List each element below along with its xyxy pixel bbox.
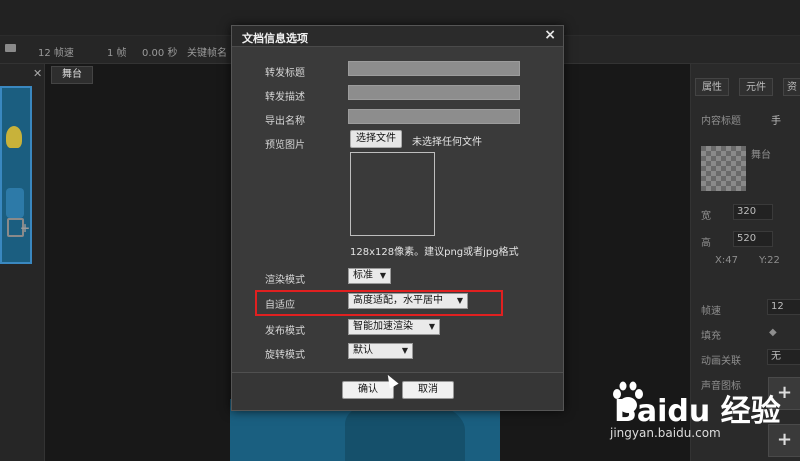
adaptive-value: 高度适配，水平居中 bbox=[353, 295, 443, 306]
adaptive-label: 自适应 bbox=[265, 300, 295, 311]
chevron-down-icon: ▼ bbox=[379, 271, 386, 280]
choose-file-button[interactable]: 选择文件 bbox=[350, 130, 402, 148]
fill-label: 填充 bbox=[701, 331, 721, 342]
stage-label: 舞台 bbox=[751, 150, 771, 161]
chevron-down-icon: ▼ bbox=[428, 322, 435, 331]
adaptive-select[interactable]: 高度适配，水平居中 ▼ bbox=[348, 293, 468, 309]
frame-readout: 1 帧 bbox=[107, 48, 127, 59]
camera-icon[interactable] bbox=[5, 44, 16, 52]
share-title-label: 转发标题 bbox=[265, 68, 305, 79]
width-input[interactable]: 320 bbox=[733, 204, 773, 220]
properties-tabs: 属性 元件 资 bbox=[691, 78, 800, 96]
share-desc-input[interactable] bbox=[348, 85, 520, 100]
export-name-input[interactable] bbox=[348, 109, 520, 124]
preview-size-hint: 128x128像素。建议png或者jpg格式 bbox=[350, 247, 519, 258]
baidu-watermark: Baidu 经验 jingyan.baidu.com bbox=[608, 376, 788, 446]
y-readout: Y:22 bbox=[759, 255, 780, 266]
dialog-titlebar: 文档信息选项 × bbox=[232, 26, 563, 47]
thumbnail-shape bbox=[6, 188, 24, 218]
stage-background-swatch[interactable] bbox=[701, 146, 746, 191]
width-label: 宽 bbox=[701, 211, 711, 222]
height-label: 高 bbox=[701, 238, 711, 249]
tab-assets[interactable]: 资 bbox=[783, 78, 800, 96]
render-mode-value: 标准 bbox=[353, 270, 373, 281]
x-readout: X:47 bbox=[715, 255, 738, 266]
document-info-dialog: 文档信息选项 × 转发标题 转发描述 导出名称 预览图片 选择文件 未选择任何文… bbox=[231, 25, 564, 411]
preview-image-label: 预览图片 bbox=[265, 140, 305, 151]
rotate-mode-select[interactable]: 默认 ▼ bbox=[348, 343, 413, 359]
rotate-mode-label: 旋转模式 bbox=[265, 350, 305, 361]
watermark-url: jingyan.baidu.com bbox=[610, 426, 721, 440]
tab-symbols[interactable]: 元件 bbox=[739, 78, 773, 96]
content-title-value: 手 bbox=[771, 116, 781, 127]
chevron-down-icon: ▼ bbox=[401, 346, 408, 355]
preview-image-box bbox=[350, 152, 435, 236]
share-desc-label: 转发描述 bbox=[265, 92, 305, 103]
publish-mode-value: 智能加速渲染 bbox=[353, 321, 413, 332]
cancel-button[interactable]: 取消 bbox=[402, 381, 454, 399]
content-title-label: 内容标题 bbox=[701, 116, 741, 127]
share-title-input[interactable] bbox=[348, 61, 520, 76]
anim-link-label: 动画关联 bbox=[701, 356, 741, 367]
dialog-footer: 确认 取消 bbox=[232, 372, 563, 410]
file-status: 未选择任何文件 bbox=[412, 137, 482, 148]
add-scene-icon[interactable] bbox=[7, 218, 30, 237]
fps-readout: 12 帧速 bbox=[38, 48, 74, 59]
publish-mode-select[interactable]: 智能加速渲染 ▼ bbox=[348, 319, 440, 335]
time-readout: 0.00 秒 bbox=[142, 48, 178, 59]
scene-thumbnail[interactable] bbox=[0, 86, 32, 264]
height-input[interactable]: 520 bbox=[733, 231, 773, 247]
tab-properties[interactable]: 属性 bbox=[695, 78, 729, 96]
thumbnail-figure bbox=[6, 126, 22, 148]
export-name-label: 导出名称 bbox=[265, 116, 305, 127]
render-mode-select[interactable]: 标准 ▼ bbox=[348, 268, 391, 284]
publish-mode-label: 发布模式 bbox=[265, 326, 305, 337]
close-icon[interactable]: × bbox=[544, 27, 556, 43]
close-icon[interactable]: ✕ bbox=[33, 67, 42, 80]
keyframe-name-label: 关键帧名 bbox=[187, 48, 227, 59]
scene-panel: ✕ bbox=[0, 64, 45, 461]
fps-input[interactable]: 12 bbox=[767, 299, 800, 315]
anim-link-select[interactable]: 无 bbox=[767, 349, 800, 365]
chevron-down-icon: ▼ bbox=[456, 296, 463, 305]
paint-bucket-icon[interactable]: ◆ bbox=[769, 327, 777, 338]
rotate-mode-value: 默认 bbox=[353, 345, 373, 356]
render-mode-label: 渲染模式 bbox=[265, 275, 305, 286]
dialog-title: 文档信息选项 bbox=[242, 32, 308, 45]
tab-stage[interactable]: 舞台 bbox=[51, 66, 93, 84]
fps-label: 帧速 bbox=[701, 306, 721, 317]
watermark-brand: Baidu 经验 bbox=[614, 394, 781, 429]
